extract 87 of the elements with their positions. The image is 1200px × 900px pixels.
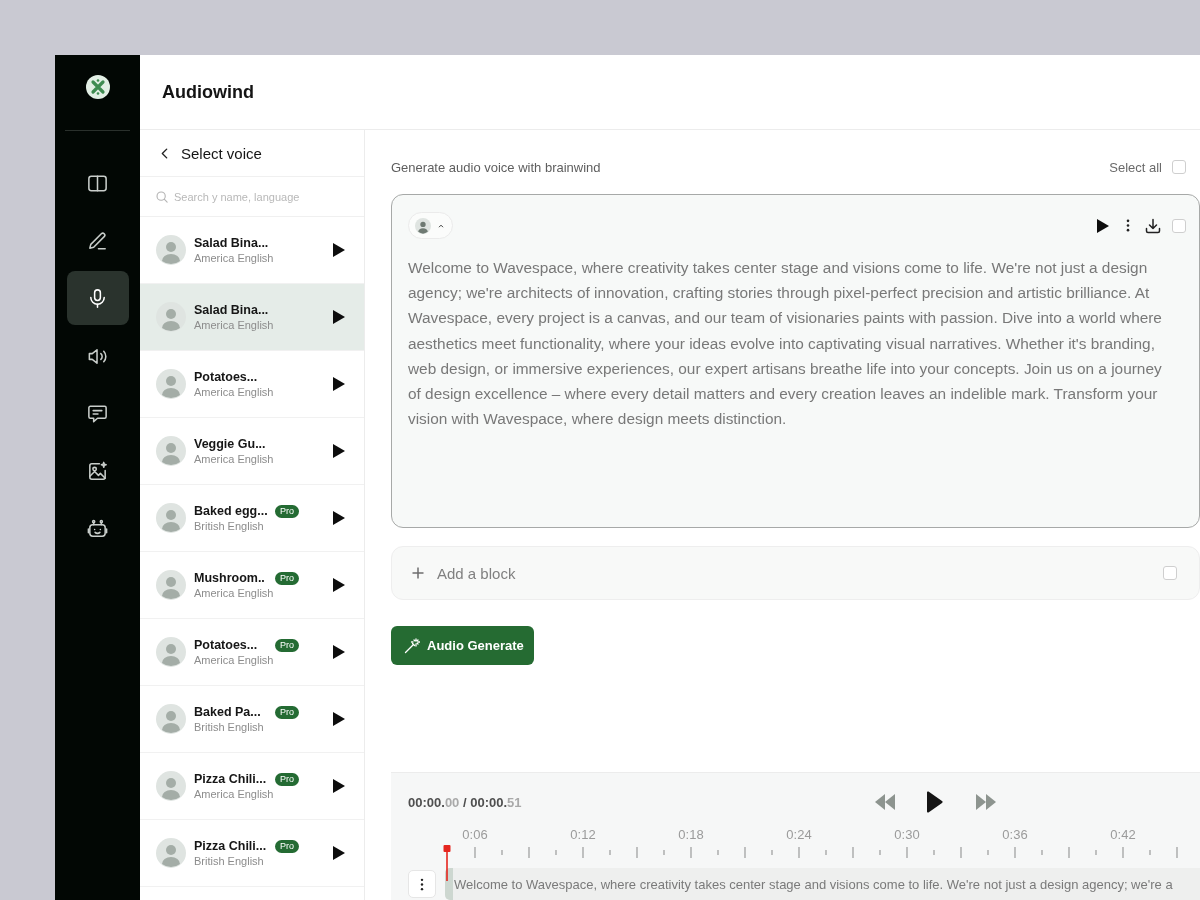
pro-badge: Pro bbox=[275, 504, 299, 518]
avatar-icon bbox=[156, 436, 186, 466]
play-icon[interactable] bbox=[333, 645, 345, 659]
voice-language: America English bbox=[194, 587, 275, 599]
checkbox[interactable] bbox=[1163, 566, 1177, 580]
select-all-label: Select all bbox=[1109, 159, 1162, 175]
logo-icon bbox=[85, 75, 110, 99]
play-icon[interactable] bbox=[333, 511, 345, 525]
play-icon[interactable] bbox=[333, 578, 345, 592]
avatar-icon bbox=[156, 302, 186, 332]
tick-label: 0:36 bbox=[1001, 827, 1029, 843]
voice-name: Potatoes... bbox=[194, 638, 259, 652]
pro-badge: Pro bbox=[275, 705, 299, 719]
play-icon[interactable] bbox=[333, 444, 345, 458]
audio-generate-button[interactable]: Audio Generate bbox=[391, 626, 534, 665]
add-block-button[interactable]: Add a block bbox=[412, 564, 516, 582]
playhead[interactable] bbox=[443, 845, 451, 881]
tick-label: 0:06 bbox=[461, 827, 489, 843]
pro-badge: Pro bbox=[275, 772, 299, 786]
avatar-icon bbox=[415, 217, 431, 234]
play-icon[interactable] bbox=[333, 712, 345, 726]
avatar-icon bbox=[156, 704, 186, 734]
search-field[interactable]: Search y name, language bbox=[174, 190, 354, 203]
tick-label: 0:42 bbox=[1109, 827, 1137, 843]
app-title: Audiowind bbox=[162, 81, 254, 103]
avatar-icon bbox=[156, 570, 186, 600]
audio-clip[interactable]: Welcome to Wavespace, where creativity takes center stage and visions come to life. We're not just a design agency; we're a bbox=[445, 868, 1200, 900]
voice-name: Salad Bina... bbox=[194, 303, 270, 317]
fast-forward-icon[interactable] bbox=[976, 794, 996, 810]
tick-label: 0:12 bbox=[569, 827, 597, 843]
play-icon[interactable] bbox=[333, 779, 345, 793]
tick-label: 0:30 bbox=[893, 827, 921, 843]
voice-language: America English bbox=[194, 386, 275, 398]
rewind-icon[interactable] bbox=[875, 794, 895, 810]
play-icon[interactable] bbox=[333, 243, 345, 257]
avatar-icon bbox=[156, 637, 186, 667]
chevron-up-icon bbox=[438, 223, 444, 228]
track-menu-button[interactable] bbox=[408, 870, 436, 898]
voice-name: Pizza Chili... bbox=[194, 839, 268, 853]
magic-wand-icon bbox=[404, 637, 420, 654]
play-icon[interactable] bbox=[333, 846, 345, 860]
voice-name: Mushroom.. bbox=[194, 571, 266, 585]
voice-language: America English bbox=[194, 453, 275, 465]
avatar-icon bbox=[156, 369, 186, 399]
tick-label: 0:24 bbox=[785, 827, 813, 843]
voice-item[interactable]: Salad Bina... America English bbox=[140, 284, 364, 351]
voice-name: Pizza Chili... bbox=[194, 772, 268, 786]
voice-language: British English bbox=[194, 520, 265, 532]
avatar-icon bbox=[156, 838, 186, 868]
editor-heading: Generate audio voice with brainwind bbox=[391, 159, 601, 175]
avatar-icon bbox=[156, 771, 186, 801]
panel-title: Select voice bbox=[181, 144, 262, 162]
clip-text: Welcome to Wavespace, where creativity takes center stage and visions come to life. We're not just a design agency; we're a bbox=[454, 876, 1173, 892]
time-display: 00:00.00 / 00:00.51 bbox=[408, 794, 522, 810]
block-text[interactable]: Welcome to Wavespace, where creativity takes center stage and visions come to life. We're not just a design agency; we're architects of innovation, crafting stories through pixel-perfect precision and artistic brilliance. At Wavespace, every project is a canvas, and our team of visionaries paints with passion. Dive into a world where aesthetics meet functionality, where your ideas evolve into captivating visual narratives. Whether it's branding, web design, or immersive experiences, our expert artisans breathe life into your concepts. Join us on a journey of design excellence – where every detail matters and every creation leaves an indelible mark. Transform your vision with Wavespace, where design meets distinction. bbox=[408, 255, 1178, 432]
back-chevron-icon[interactable] bbox=[161, 147, 168, 159]
avatar-icon bbox=[156, 503, 186, 533]
voice-language: America English bbox=[194, 319, 275, 331]
voice-language: America English bbox=[194, 788, 275, 800]
voice-name: Baked egg... bbox=[194, 504, 269, 518]
pro-badge: Pro bbox=[275, 571, 299, 585]
search-icon bbox=[156, 190, 168, 203]
checkbox[interactable] bbox=[1172, 160, 1186, 174]
tick-label: 0:18 bbox=[677, 827, 705, 843]
voice-name: Veggie Gu... bbox=[194, 437, 267, 451]
voice-language: British English bbox=[194, 721, 265, 733]
voice-language: British English bbox=[194, 855, 265, 867]
image-sparkle-icon bbox=[86, 459, 109, 483]
nav-item[interactable] bbox=[66, 271, 129, 326]
play-icon[interactable] bbox=[1097, 218, 1109, 233]
play-icon[interactable] bbox=[333, 377, 345, 391]
play-icon[interactable] bbox=[926, 791, 943, 813]
more-vertical-icon[interactable] bbox=[1126, 219, 1130, 232]
play-icon[interactable] bbox=[333, 310, 345, 324]
download-icon[interactable] bbox=[1145, 217, 1161, 234]
voice-name: Baked Pa... bbox=[194, 705, 262, 719]
voice-language: America English bbox=[194, 654, 275, 666]
pro-badge: Pro bbox=[275, 839, 299, 853]
voice-language: America English bbox=[194, 252, 275, 264]
avatar-icon bbox=[156, 235, 186, 265]
voice-selector-button[interactable] bbox=[408, 212, 453, 239]
voice-name: Salad Bina... bbox=[194, 236, 270, 250]
voice-name: Potatoes... bbox=[194, 370, 259, 384]
plus-icon bbox=[412, 567, 424, 579]
more-vertical-icon bbox=[420, 877, 424, 891]
checkbox[interactable] bbox=[1172, 218, 1186, 233]
pro-badge: Pro bbox=[275, 638, 299, 652]
